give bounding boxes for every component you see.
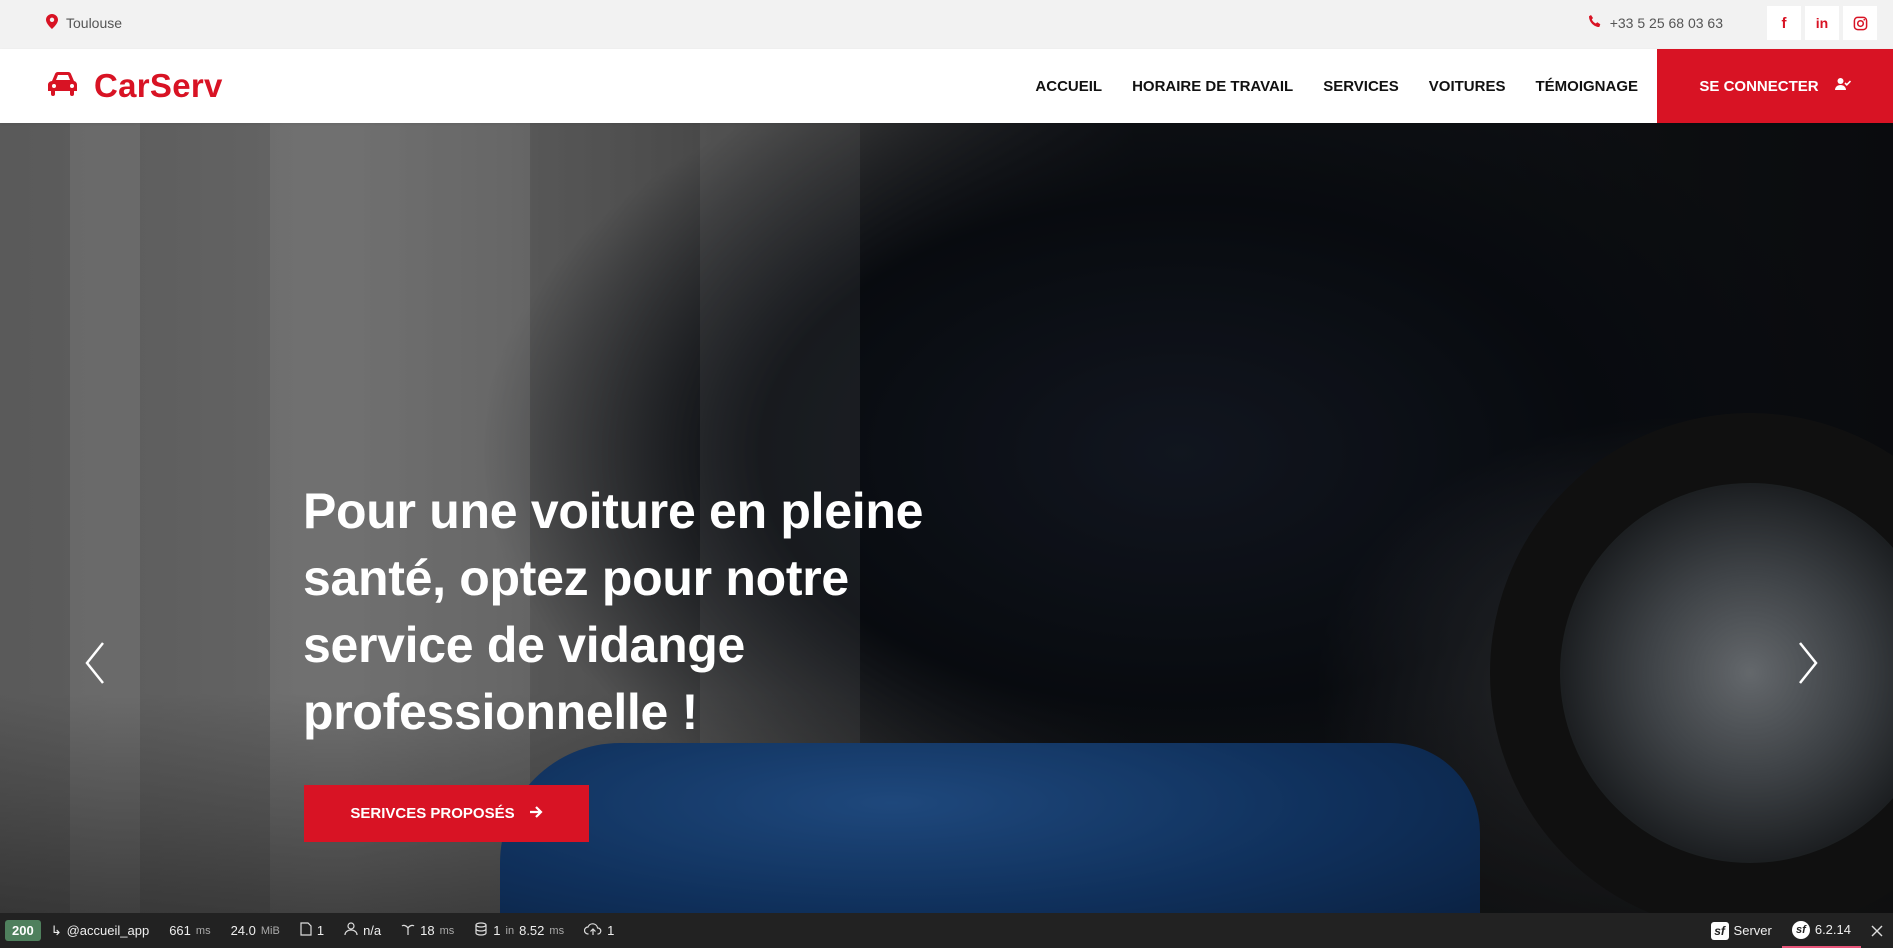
db-count: 1 [493, 923, 501, 938]
server-segment[interactable]: sf Server [1701, 913, 1782, 948]
navbar: CarServ ACCUEIL HORAIRE DE TRAVAIL SERVI… [0, 49, 1893, 123]
location-text: Toulouse [66, 14, 123, 31]
instagram-icon[interactable] [1843, 6, 1877, 40]
phone[interactable]: +33 5 25 68 03 63 [1588, 0, 1723, 45]
memory-segment[interactable]: 24.0 MiB [221, 913, 290, 948]
arrow-right-icon [529, 805, 543, 823]
carousel-next-button[interactable] [1788, 633, 1828, 693]
db-time: 8.52 [519, 923, 545, 938]
login-button[interactable]: SE CONNECTER [1657, 49, 1893, 123]
chevron-left-icon [85, 642, 104, 684]
phone-number: +33 5 25 68 03 63 [1609, 14, 1723, 31]
nav-accueil[interactable]: ACCUEIL [1035, 78, 1102, 95]
services-button-label: SERIVCES PROPOSÉS [350, 805, 515, 822]
carousel-prev-button[interactable] [75, 633, 115, 693]
close-toolbar-button[interactable] [1861, 913, 1893, 948]
brand-title: CarServ [94, 67, 223, 104]
user-check-icon [1834, 77, 1851, 95]
social-links: f in [1767, 6, 1877, 40]
location: Toulouse [46, 0, 122, 45]
car-icon [46, 71, 80, 102]
map-marker-icon [46, 13, 58, 32]
nav-horaire[interactable]: HORAIRE DE TRAVAIL [1132, 78, 1293, 95]
twig-unit: ms [439, 924, 455, 937]
status-badge[interactable]: 200 [5, 920, 41, 941]
hero-carousel: Pour une voiture en pleine santé, optez … [0, 123, 1893, 913]
time-unit: ms [195, 924, 211, 937]
document-icon [300, 922, 312, 939]
main-nav: ACCUEIL HORAIRE DE TRAVAIL SERVICES VOIT… [1035, 49, 1638, 123]
version-segment[interactable]: sf 6.2.14 [1781, 913, 1861, 948]
symfony-logo-icon: sf [1791, 920, 1810, 939]
symfony-logo-icon: sf [1710, 921, 1729, 940]
db-unit: ms [549, 924, 565, 937]
time-value: 661 [169, 923, 191, 938]
debug-toolbar-right: sf Server sf 6.2.14 [1701, 913, 1893, 948]
services-button[interactable]: SERIVCES PROPOSÉS [304, 785, 589, 842]
cloud-upload-icon [583, 922, 602, 939]
user-value: n/a [363, 923, 382, 938]
facebook-icon[interactable]: f [1767, 6, 1801, 40]
login-label: SE CONNECTER [1699, 77, 1819, 95]
twig-icon [401, 922, 415, 939]
db-in: in [505, 924, 515, 937]
top-bar: Toulouse +33 5 25 68 03 63 f in [0, 0, 1893, 49]
upload-count: 1 [607, 923, 615, 938]
memory-value: 24.0 [230, 923, 256, 938]
route-name: @accueil_app [66, 923, 150, 938]
forms-segment[interactable]: 1 [290, 913, 334, 948]
database-icon [474, 922, 488, 939]
brand-logo[interactable]: CarServ [46, 49, 223, 123]
linkedin-icon[interactable]: in [1805, 6, 1839, 40]
security-segment[interactable]: n/a [334, 913, 391, 948]
chevron-right-icon [1799, 642, 1818, 684]
route-arrow-icon: ↳ [50, 922, 62, 938]
forms-count: 1 [316, 923, 325, 938]
debug-toolbar: 200 ↳ @accueil_app 661 ms 24.0 MiB 1 n/a… [0, 913, 1893, 948]
route-segment[interactable]: ↳ @accueil_app [41, 913, 160, 948]
database-segment[interactable]: 1 in 8.52 ms [464, 913, 574, 948]
user-icon [344, 922, 358, 939]
twig-time: 18 [420, 923, 435, 938]
nav-services[interactable]: SERVICES [1323, 78, 1399, 95]
twig-segment[interactable]: 18 ms [391, 913, 464, 948]
upload-segment[interactable]: 1 [574, 913, 624, 948]
memory-unit: MiB [260, 924, 280, 937]
phone-icon [1588, 14, 1602, 31]
close-icon [1871, 925, 1883, 936]
version-label: 6.2.14 [1814, 922, 1851, 937]
time-segment[interactable]: 661 ms [159, 913, 220, 948]
hero-headline: Pour une voiture en pleine santé, optez … [303, 483, 924, 740]
nav-voitures[interactable]: VOITURES [1429, 78, 1506, 95]
server-label: Server [1733, 923, 1772, 938]
nav-temoignage[interactable]: TÉMOIGNAGE [1535, 78, 1638, 95]
